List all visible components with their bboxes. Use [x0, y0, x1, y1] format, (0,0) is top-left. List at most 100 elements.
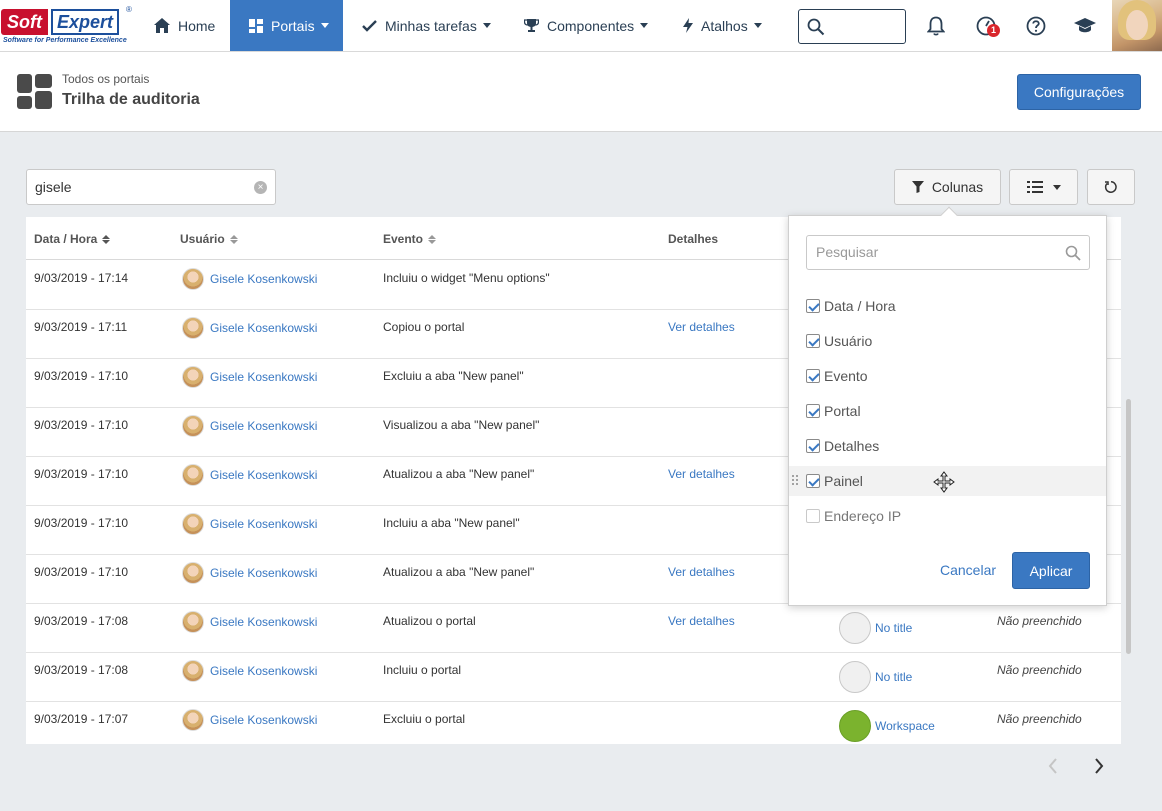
column-option[interactable]: Evento: [789, 361, 1106, 391]
cell-date: 9/03/2019 - 17:14: [34, 271, 129, 285]
notifications-button[interactable]: [924, 14, 948, 38]
column-option[interactable]: Portal: [789, 396, 1106, 426]
nav-portais[interactable]: Portais: [230, 0, 343, 51]
details-link[interactable]: Ver detalhes: [668, 565, 735, 579]
softexpert-logo[interactable]: Soft Expert ® Software for Performance E…: [1, 5, 132, 47]
vertical-scrollbar[interactable]: [1126, 399, 1131, 654]
user-avatar-icon: [182, 366, 204, 388]
table-row[interactable]: 9/03/2019 - 17:08 Gisele Kosenkowski Atual…: [26, 604, 1121, 653]
apply-button[interactable]: Aplicar: [1012, 552, 1090, 589]
filter-input[interactable]: gisele ×: [26, 169, 276, 205]
cell-date: 9/03/2019 - 17:10: [34, 418, 129, 432]
help-icon: [1026, 16, 1046, 36]
column-header-data-hora[interactable]: Data / Hora: [34, 232, 111, 246]
column-header-label: Data / Hora: [34, 232, 98, 246]
panel-link[interactable]: No title: [875, 621, 912, 635]
checkbox[interactable]: [806, 439, 820, 453]
details-link[interactable]: Ver detalhes: [668, 320, 735, 334]
checkbox[interactable]: [806, 299, 820, 313]
drag-handle-icon[interactable]: [792, 475, 798, 487]
configuracoes-button[interactable]: Configurações: [1017, 74, 1141, 110]
nav-componentes[interactable]: Componentes: [524, 0, 649, 51]
column-option[interactable]: Usuário: [789, 326, 1106, 356]
refresh-icon: [1104, 181, 1117, 193]
checkbox[interactable]: [806, 404, 820, 418]
chevron-down-icon: [640, 23, 649, 28]
user-link[interactable]: Gisele Kosenkowski: [210, 468, 317, 482]
user-link[interactable]: Gisele Kosenkowski: [210, 615, 317, 629]
column-option[interactable]: Detalhes: [789, 431, 1106, 461]
panel-link[interactable]: Workspace: [875, 719, 935, 733]
refresh-button[interactable]: [1087, 169, 1135, 205]
cell-event: Atualizou o portal: [383, 614, 476, 628]
nav-portais-label: Portais: [271, 17, 315, 34]
global-search-input[interactable]: [798, 9, 906, 44]
portais-icon: [249, 18, 263, 33]
user-avatar[interactable]: [1112, 0, 1162, 51]
nav-atalhos[interactable]: Atalhos: [683, 0, 762, 51]
column-option[interactable]: Endereço IP: [789, 501, 1106, 531]
clear-icon[interactable]: ×: [254, 181, 267, 194]
filter-value: gisele: [35, 179, 72, 195]
column-header-label: Detalhes: [668, 232, 719, 246]
columns-popover: Pesquisar Data / Hora Usuário Evento Portal…: [788, 206, 1107, 606]
learning-button[interactable]: [1073, 14, 1097, 38]
cell-user: Gisele Kosenkowski: [182, 660, 317, 682]
nav-minhas-tarefas[interactable]: Minhas tarefas: [362, 0, 491, 51]
cell-event: Excluiu a aba "New panel": [383, 369, 524, 383]
details-link[interactable]: Ver detalhes: [668, 467, 735, 481]
search-icon: [807, 18, 825, 36]
user-link[interactable]: Gisele Kosenkowski: [210, 272, 317, 286]
columns-search-input[interactable]: Pesquisar: [806, 235, 1090, 270]
table-row[interactable]: 9/03/2019 - 17:08 Gisele Kosenkowski Inclu…: [26, 653, 1121, 702]
chevron-down-icon: [753, 23, 762, 28]
column-option-label: Painel: [824, 473, 863, 489]
breadcrumb[interactable]: Todos os portais: [62, 72, 149, 86]
cell-user: Gisele Kosenkowski: [182, 513, 317, 535]
panel-link[interactable]: No title: [875, 670, 912, 684]
user-link[interactable]: Gisele Kosenkowski: [210, 566, 317, 580]
column-option[interactable]: Data / Hora: [789, 291, 1106, 321]
cell-panel: Workspace: [839, 710, 935, 742]
user-avatar-icon: [182, 464, 204, 486]
user-link[interactable]: Gisele Kosenkowski: [210, 370, 317, 384]
graduation-cap-icon: [1074, 18, 1096, 33]
user-avatar-icon: [182, 317, 204, 339]
column-option-label: Portal: [824, 403, 861, 419]
filter-icon: [911, 181, 924, 193]
checkbox[interactable]: [806, 509, 820, 523]
cell-date: 9/03/2019 - 17:10: [34, 369, 129, 383]
table-row[interactable]: 9/03/2019 - 17:07 Gisele Kosenkowski Exclu…: [26, 702, 1121, 744]
column-header-usuario[interactable]: Usuário: [180, 232, 238, 246]
user-link[interactable]: Gisele Kosenkowski: [210, 664, 317, 678]
logo-soft-text: Soft: [1, 9, 48, 35]
checkbox[interactable]: [806, 474, 820, 488]
column-header-evento[interactable]: Evento: [383, 232, 437, 246]
user-avatar-icon: [182, 660, 204, 682]
column-header-label: Evento: [383, 232, 424, 246]
cell-date: 9/03/2019 - 17:11: [34, 320, 128, 334]
cell-panel: No title: [839, 661, 912, 693]
details-link[interactable]: Ver detalhes: [668, 614, 735, 628]
user-link[interactable]: Gisele Kosenkowski: [210, 713, 317, 727]
view-options-button[interactable]: [1009, 169, 1078, 205]
user-link[interactable]: Gisele Kosenkowski: [210, 321, 317, 335]
popover-arrow: [940, 206, 958, 224]
move-cursor-icon: [933, 471, 955, 493]
checkbox[interactable]: [806, 369, 820, 383]
next-page-button[interactable]: [1089, 756, 1109, 776]
help-button[interactable]: [1024, 14, 1048, 38]
cell-date: 9/03/2019 - 17:10: [34, 467, 129, 481]
user-link[interactable]: Gisele Kosenkowski: [210, 419, 317, 433]
column-option[interactable]: Painel: [789, 466, 1106, 496]
previous-page-button[interactable]: [1043, 756, 1063, 776]
bell-icon: [927, 16, 945, 36]
columns-button[interactable]: Colunas: [894, 169, 1001, 205]
cell-date: 9/03/2019 - 17:08: [34, 614, 129, 628]
user-link[interactable]: Gisele Kosenkowski: [210, 517, 317, 531]
cancel-button[interactable]: Cancelar: [940, 562, 996, 578]
nav-home[interactable]: Home: [154, 0, 215, 51]
workflow-alerts-button[interactable]: 1: [974, 14, 1000, 38]
column-option-label: Usuário: [824, 333, 873, 349]
checkbox[interactable]: [806, 334, 820, 348]
